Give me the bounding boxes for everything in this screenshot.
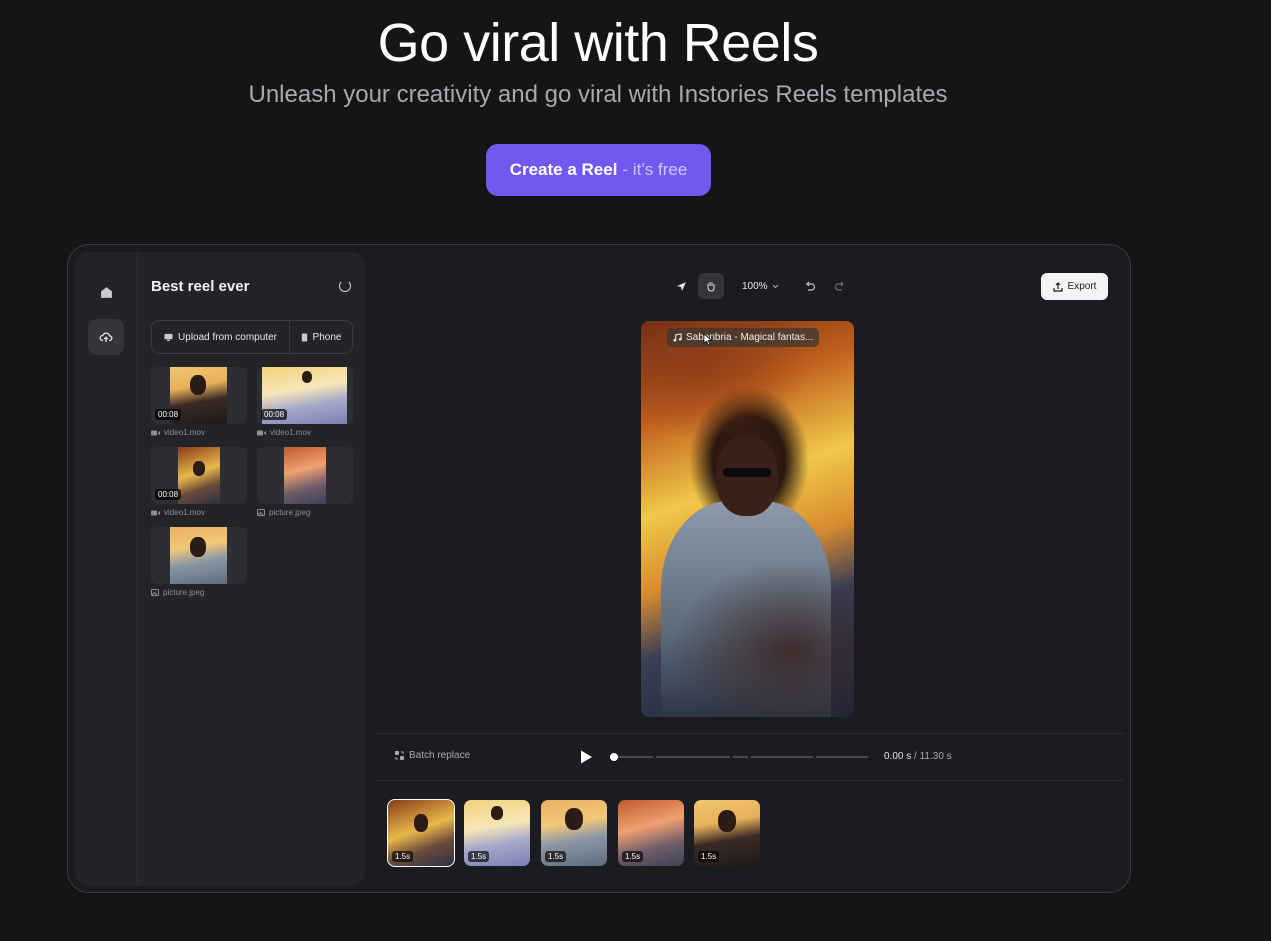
media-filename: video1.mov [164,428,205,437]
scrubber-handle[interactable] [610,753,618,761]
media-filename: video1.mov [270,428,311,437]
media-thumbnail [151,527,247,584]
media-image [170,527,227,584]
upload-from-computer-label: Upload from computer [178,331,277,343]
upload-bar: Upload from computer Phone [151,320,353,354]
chevron-down-icon [772,284,778,288]
timeline-clip[interactable]: 1.5s [464,800,530,866]
redo-button[interactable] [827,273,853,299]
media-thumbnail [257,447,353,504]
create-reel-free-label: - it’s free [622,160,688,179]
editor-rail [75,252,138,886]
media-item[interactable]: picture.jpeg [257,447,353,517]
timeline-clip[interactable]: 1.5s [694,800,760,866]
canvas-toolbar: 100% [668,273,853,299]
media-image [178,447,220,504]
preview-foreground-hands [641,321,854,717]
time-current: 0.00 s [884,751,912,762]
hand-tool-button[interactable] [698,273,724,299]
loading-spinner-icon [339,280,351,292]
home-icon [100,286,112,298]
hero-title: Go viral with Reels [377,13,819,73]
zoom-value: 100% [742,280,768,292]
clip-duration: 1.5s [392,851,414,862]
clip-duration: 1.5s [468,851,490,862]
hand-icon [707,282,715,292]
image-icon [257,509,265,516]
media-name: picture.jpeg [257,508,353,517]
video-icon [151,430,160,435]
media-name: video1.mov [257,428,353,437]
playback-scrubber[interactable] [613,756,869,758]
media-duration: 00:08 [261,409,288,420]
media-image [284,447,326,504]
pointer-tool-button[interactable] [668,273,694,299]
redo-icon [834,281,844,291]
project-title: Best reel ever [151,278,250,295]
phone-icon [301,332,307,342]
cloud-upload-icon [99,332,113,342]
media-thumbnail: 00:08 [151,447,247,504]
play-icon[interactable] [578,749,594,765]
timeline-clip[interactable]: 1.5s [618,800,684,866]
editor-preview-frame: Best reel ever Upload from computer Phon… [67,244,1131,893]
upload-nav-button[interactable] [88,319,124,355]
zoom-dropdown[interactable]: 100% [742,281,779,292]
clip-duration: 1.5s [698,851,720,862]
upload-phone-button[interactable]: Phone [290,332,352,343]
cursor-icon [676,281,686,291]
media-name: picture.jpeg [151,588,247,597]
export-icon [1052,281,1063,292]
media-filename: picture.jpeg [269,508,311,517]
image-icon [151,589,159,596]
export-label: Export [1067,281,1097,292]
undo-button[interactable] [797,273,823,299]
clip-duration: 1.5s [622,851,644,862]
music-note-icon [673,333,682,342]
timeline-clip[interactable]: 1.5s [541,800,607,866]
monitor-icon [164,333,173,341]
batch-replace-icon [395,751,404,760]
media-name: video1.mov [151,428,247,437]
time-total: 11.30 s [919,751,952,762]
batch-replace-button[interactable]: Batch replace [395,750,470,761]
batch-replace-label: Batch replace [409,750,471,761]
upload-phone-label: Phone [312,331,342,343]
create-reel-label: Create a Reel [509,160,618,179]
media-name: video1.mov [151,508,247,517]
divider [375,780,1125,781]
media-item[interactable]: 00:08 video1.mov [257,367,353,437]
playback-time: 0.00 s / 11.30 s [884,751,952,762]
media-filename: video1.mov [164,508,205,517]
clip-duration: 1.5s [545,851,567,862]
create-reel-button[interactable]: Create a Reel - it’s free [486,144,711,196]
divider [375,733,1125,734]
media-thumbnail: 00:08 [257,367,353,424]
undo-icon [805,281,815,291]
media-panel: Best reel ever Upload from computer Phon… [138,252,365,886]
media-filename: picture.jpeg [163,588,205,597]
media-thumbnail: 00:08 [151,367,247,424]
media-item[interactable]: 00:08 video1.mov [151,447,247,517]
upload-from-computer-button[interactable]: Upload from computer [152,321,290,353]
music-track-chip[interactable]: Sabonbria - Magical fantas... [667,328,820,347]
time-separator: / [914,751,917,762]
reel-preview-canvas[interactable]: Sabonbria - Magical fantas... [641,321,854,717]
media-item[interactable]: picture.jpeg [151,527,247,597]
timeline-clip[interactable]: 1.5s [387,799,455,867]
mouse-cursor-icon [703,333,713,346]
home-button[interactable] [88,274,124,310]
export-button[interactable]: Export [1041,273,1108,300]
media-duration: 00:08 [155,489,182,500]
video-icon [257,430,266,435]
hero-subtitle: Unleash your creativity and go viral wit… [248,81,948,108]
media-duration: 00:08 [155,409,182,420]
video-icon [151,510,160,515]
media-item[interactable]: 00:08 video1.mov [151,367,247,437]
